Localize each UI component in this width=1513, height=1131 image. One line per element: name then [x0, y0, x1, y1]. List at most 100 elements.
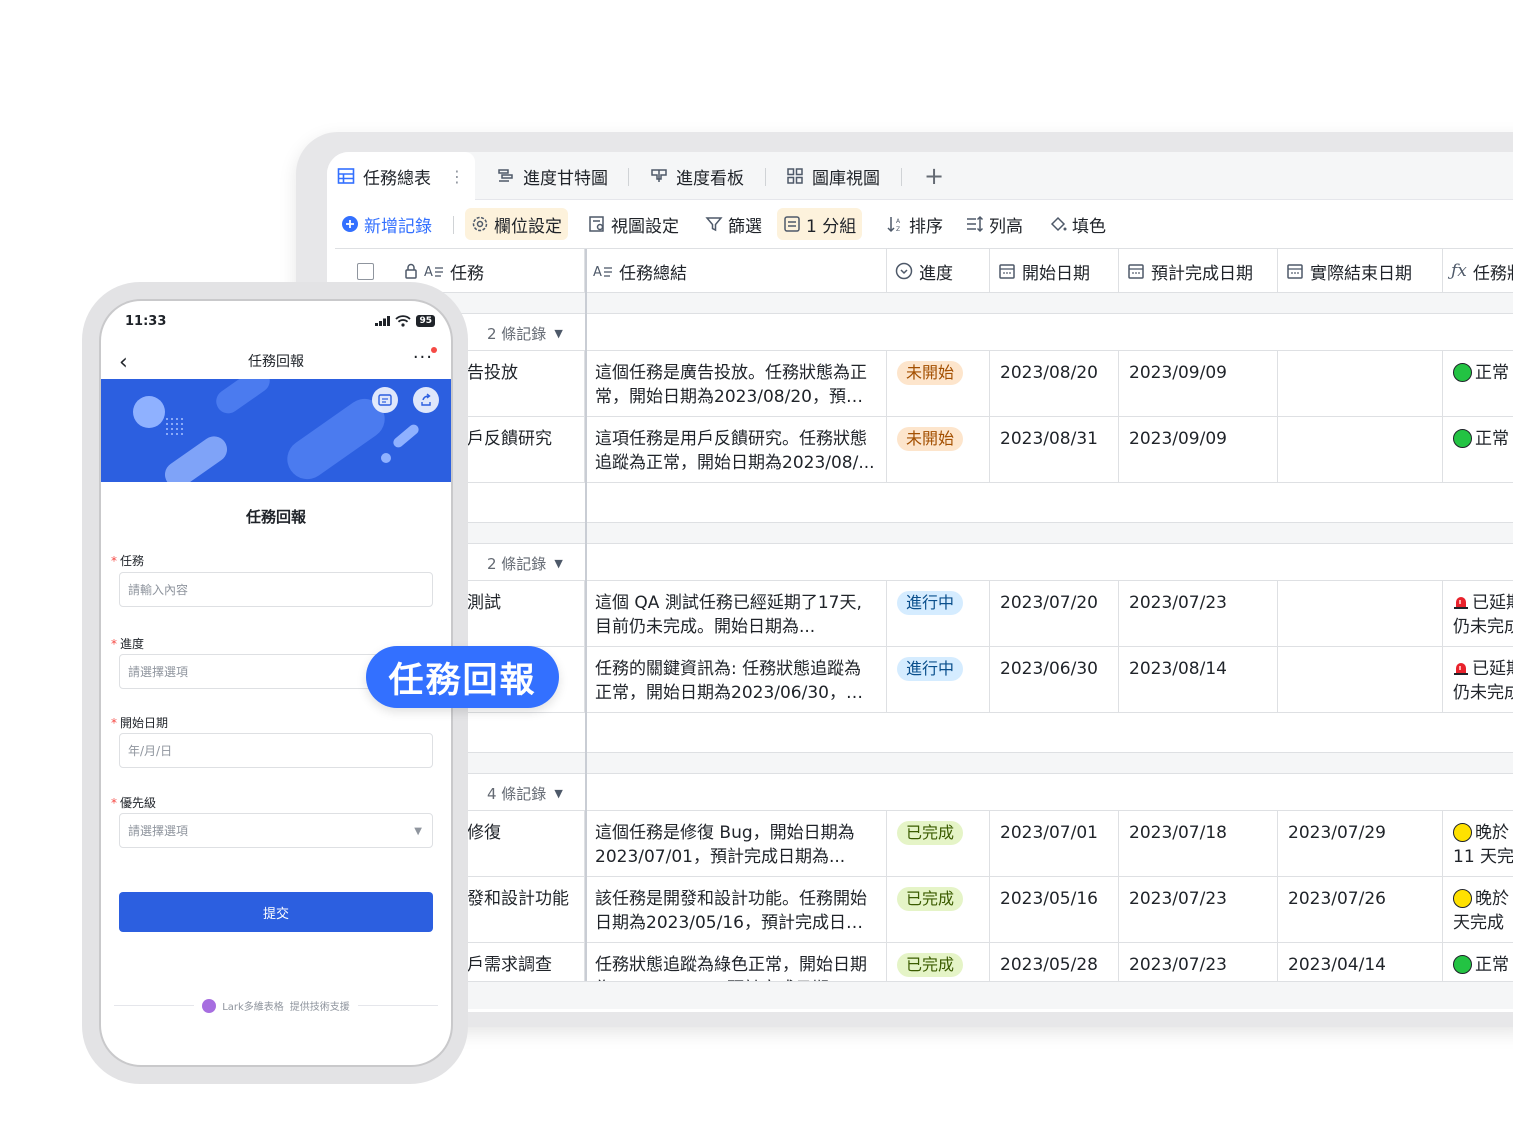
task-input[interactable]: 請輸入內容 [119, 572, 433, 607]
field-label-start-date: * 開始日期 [111, 714, 168, 731]
status-detail: 天完成 [1453, 913, 1504, 933]
filter-button[interactable]: 篩選 [699, 208, 768, 240]
summary-line: 追蹤為正常，開始日期為2023/08/... [595, 453, 875, 473]
caret-down-icon[interactable]: ▼ [554, 557, 562, 570]
tab-task-table[interactable]: 任務總表 ⋮ [327, 152, 475, 200]
cell-planned[interactable]: 2023/08/14 [1119, 647, 1278, 713]
share-button[interactable] [413, 387, 439, 413]
cell-status[interactable]: 已延期仍未完成 [1443, 581, 1513, 647]
tab-more-icon[interactable]: ⋮ [449, 167, 465, 186]
cell-summary[interactable]: 任務的關鍵資訊為: 任務狀態追蹤為 正常，開始日期為2023/06/30，預... [585, 647, 887, 713]
add-record-label: 新增記錄 [364, 216, 432, 237]
field-label-task: * 任務 [111, 552, 144, 569]
sort-button[interactable]: AZ 排序 [880, 208, 949, 240]
start-date: 2023/05/16 [1000, 889, 1098, 909]
select-all-checkbox[interactable] [357, 262, 374, 280]
cell-progress[interactable]: 未開始 [887, 351, 990, 417]
card-view-button[interactable] [372, 387, 398, 413]
tab-kanban[interactable]: 進度看板 [650, 152, 744, 200]
header-progress[interactable]: 進度 [887, 249, 990, 293]
group-header[interactable]: 2 條記錄 ▼ [335, 313, 1513, 351]
table-row[interactable]: 戶反饋研究 這項任務是用戶反饋研究。任務狀態 追蹤為正常，開始日期為2023/08/… [335, 417, 1513, 483]
cell-actual[interactable] [1278, 417, 1443, 483]
formula-icon: ƒx [1451, 261, 1467, 281]
start-date: 2023/07/01 [1000, 823, 1098, 843]
frozen-column-divider [585, 249, 587, 981]
header-formula[interactable]: ƒx 任務狀 [1443, 249, 1513, 293]
cell-status[interactable]: 已延期仍未完成 [1443, 647, 1513, 713]
group-record-count[interactable]: 4 條記錄 ▼ [487, 774, 563, 812]
header-planned-end[interactable]: 預計完成日期 [1119, 249, 1278, 293]
cell-summary[interactable]: 這個 QA 測試任務已經延期了17天, 目前仍未完成。開始日期為... [585, 581, 887, 647]
table-row[interactable]: 測試 這個 QA 測試任務已經延期了17天, 目前仍未完成。開始日期為... 進行中 2… [335, 581, 1513, 647]
group-record-count[interactable]: 2 條記錄 ▼ [487, 314, 563, 352]
view-settings-button[interactable]: 視圖設定 [582, 208, 685, 240]
more-options-button[interactable]: ··· [413, 347, 433, 368]
cell-actual[interactable] [1278, 351, 1443, 417]
green-dot-icon [1453, 363, 1472, 382]
summary-line: 目前仍未完成。開始日期為... [595, 617, 816, 637]
group-record-count[interactable]: 2 條記錄 ▼ [487, 544, 563, 582]
powered-by: Lark多維表格 提供技術支援 [101, 998, 451, 1013]
cell-status[interactable]: 晚於 天完成 [1443, 877, 1513, 943]
paint-bucket-icon [1050, 216, 1067, 232]
cell-status[interactable]: 正常 [1443, 351, 1513, 417]
start-date-input[interactable]: 年/月/日 [119, 733, 433, 768]
tab-gallery[interactable]: 圖庫視圖 [786, 152, 880, 200]
cell-start[interactable]: 2023/07/20 [990, 581, 1119, 647]
field-settings-button[interactable]: 欄位設定 [465, 208, 568, 240]
cell-progress[interactable]: 已完成 [887, 877, 990, 943]
group-add-row[interactable] [335, 713, 1513, 753]
priority-select[interactable]: 請選擇選項 ▼ [119, 813, 433, 848]
cell-start[interactable]: 2023/08/31 [990, 417, 1119, 483]
fill-color-button[interactable]: 填色 [1043, 208, 1112, 240]
caret-down-icon[interactable]: ▼ [554, 787, 562, 800]
add-view-button[interactable]: + [924, 152, 944, 200]
cell-progress[interactable]: 已完成 [887, 811, 990, 877]
cell-planned[interactable]: 2023/07/23 [1119, 877, 1278, 943]
cell-actual[interactable]: 2023/07/29 [1278, 811, 1443, 877]
caret-down-icon[interactable]: ▼ [554, 327, 562, 340]
cell-summary[interactable]: 這個任務是修復 Bug，開始日期為 2023/07/01，預計完成日期為... [585, 811, 887, 877]
add-record-button[interactable]: 新增記錄 [335, 208, 438, 240]
summary-line: 任務的關鍵資訊為: 任務狀態追蹤為 [595, 659, 862, 679]
cell-start[interactable]: 2023/06/30 [990, 647, 1119, 713]
svg-text:A: A [896, 218, 901, 225]
group-header[interactable]: 2 條記錄 ▼ [335, 543, 1513, 581]
cell-start[interactable]: 2023/05/16 [990, 877, 1119, 943]
cell-summary[interactable]: 這個任務是廣告投放。任務狀態為正 常，開始日期為2023/08/20，預計... [585, 351, 887, 417]
table-row[interactable]: 修復 這個任務是修復 Bug，開始日期為 2023/07/01，預計完成日期為...… [335, 811, 1513, 877]
cell-actual[interactable]: 2023/07/26 [1278, 877, 1443, 943]
summary-line: 任務狀態追蹤為綠色正常，開始日期 [595, 955, 867, 975]
tab-divider [901, 168, 902, 186]
cell-actual[interactable] [1278, 581, 1443, 647]
header-start-date[interactable]: 開始日期 [990, 249, 1119, 293]
cell-progress[interactable]: 進行中 [887, 647, 990, 713]
cell-summary[interactable]: 這項任務是用戶反饋研究。任務狀態 追蹤為正常，開始日期為2023/08/... [585, 417, 887, 483]
header-actual-end[interactable]: 實際結束日期 [1278, 249, 1443, 293]
task-name: 測試 [467, 593, 501, 613]
submit-button[interactable]: 提交 [119, 892, 433, 932]
cell-planned[interactable]: 2023/09/09 [1119, 417, 1278, 483]
cell-progress[interactable]: 未開始 [887, 417, 990, 483]
group-add-row[interactable] [335, 483, 1513, 523]
cell-planned[interactable]: 2023/09/09 [1119, 351, 1278, 417]
row-height-button[interactable]: 列高 [960, 208, 1029, 240]
table-row[interactable]: 發和設計功能 該任務是開發和設計功能。任務開始 日期為2023/05/16，預計完成… [335, 877, 1513, 943]
table-row[interactable]: 告投放 這個任務是廣告投放。任務狀態為正 常，開始日期為2023/08/20，預計.… [335, 351, 1513, 417]
header-summary[interactable]: A 任務總結 [585, 249, 887, 293]
cell-progress[interactable]: 進行中 [887, 581, 990, 647]
cell-status[interactable]: 晚於 11 天完 [1443, 811, 1513, 877]
group-header[interactable]: 4 條記錄 ▼ [335, 773, 1513, 811]
cell-start[interactable]: 2023/07/01 [990, 811, 1119, 877]
powered-brand: Lark多維表格 [222, 1002, 284, 1013]
cell-start[interactable]: 2023/08/20 [990, 351, 1119, 417]
cell-planned[interactable]: 2023/07/18 [1119, 811, 1278, 877]
chevron-down-icon: ▼ [414, 826, 422, 837]
cell-actual[interactable] [1278, 647, 1443, 713]
group-button[interactable]: 1 分組 [777, 208, 863, 240]
cell-summary[interactable]: 該任務是開發和設計功能。任務開始 日期為2023/05/16，預計完成日期... [585, 877, 887, 943]
tab-gantt[interactable]: 進度甘特圖 [497, 152, 608, 200]
cell-planned[interactable]: 2023/07/23 [1119, 581, 1278, 647]
cell-status[interactable]: 正常 [1443, 417, 1513, 483]
